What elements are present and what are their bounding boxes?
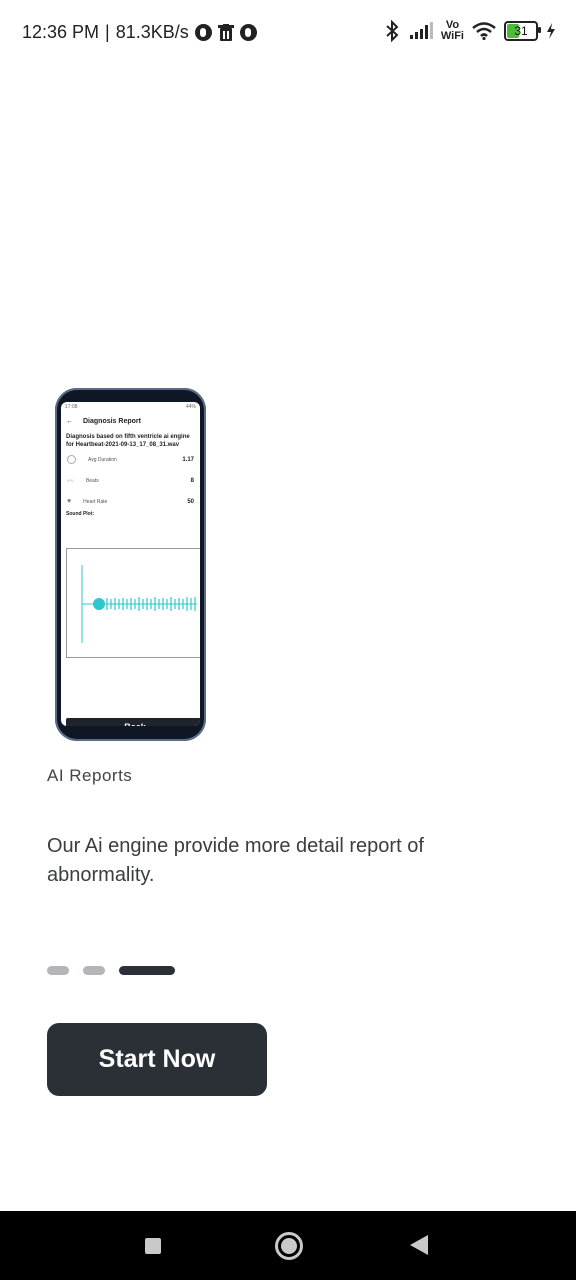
page-dot-1[interactable]: [47, 966, 69, 975]
charging-icon: [547, 23, 555, 39]
preview-status-battery: 44%: [185, 404, 196, 410]
preview-sound-plot-label: Sound Plot:: [66, 511, 95, 517]
recents-button[interactable]: [145, 1238, 161, 1254]
wifi-icon: [472, 22, 496, 40]
preview-row-value: 8: [190, 478, 194, 484]
trash-icon: [217, 23, 234, 41]
phone-screen: 17:08 44% ← Diagnosis Report Diagnosis b…: [61, 402, 200, 726]
battery-icon: 31: [504, 21, 541, 41]
preview-row-beats: 〰 Beats 8: [61, 470, 200, 492]
status-net-speed: 81.3KB/s: [115, 22, 189, 42]
preview-sound-plot: [66, 548, 200, 658]
preview-back-arrow-icon: ←: [66, 418, 73, 425]
heart-icon: ♥: [67, 498, 72, 505]
preview-row-heart-rate: ♥ Heart Rate 50: [61, 492, 200, 511]
waveform-graphic: [81, 565, 197, 643]
home-button[interactable]: [275, 1232, 303, 1260]
status-time: 12:36 PM: [22, 22, 100, 42]
vowifi-icon: Vo WiFi: [441, 20, 464, 42]
preview-row-value: 1.17: [182, 456, 194, 463]
preview-header: ← Diagnosis Report: [61, 412, 200, 433]
preview-status-bar: 17:08 44%: [61, 402, 200, 412]
preview-row-label: Heart Rate: [83, 498, 108, 505]
preview-back-button: Back: [66, 718, 200, 726]
battery-level: 31: [514, 24, 528, 38]
page-dot-3-active[interactable]: [119, 966, 175, 975]
preview-row-label: Beats: [86, 478, 99, 484]
clock-icon: [67, 455, 76, 464]
preview-title: Diagnosis Report: [83, 418, 141, 425]
section-label: AI Reports: [47, 766, 133, 785]
pulse-icon: 〰: [67, 478, 74, 485]
signal-icon: [409, 22, 433, 39]
start-now-button[interactable]: Start Now: [47, 1023, 267, 1096]
app-notification-icon-2: [239, 24, 257, 41]
preview-row-duration: Avg Duration 1.17: [61, 449, 200, 470]
bluetooth-icon: [386, 20, 399, 42]
app-notification-icon: [194, 24, 212, 41]
status-separator: |: [105, 22, 110, 42]
status-bar: 12:36 PM | 81.3KB/s Vo WiFi 31: [0, 0, 576, 70]
preview-row-value: 50: [187, 498, 194, 505]
vowifi-bottom: WiFi: [440, 30, 464, 42]
page-dot-2[interactable]: [83, 966, 105, 975]
preview-subtitle: Diagnosis based on fifth ventricle ai en…: [66, 434, 190, 448]
system-nav-bar: [0, 1211, 576, 1280]
status-right: Vo WiFi 31: [383, 20, 556, 42]
phone-mockup-illustration: 17:08 44% ← Diagnosis Report Diagnosis b…: [55, 388, 206, 741]
preview-status-time: 17:08: [65, 404, 78, 410]
back-button[interactable]: [410, 1235, 428, 1255]
description-text: Our Ai engine provide more detail report…: [47, 835, 424, 886]
preview-row-label: Avg Duration: [88, 456, 117, 463]
page-indicator: [47, 966, 175, 975]
status-left: 12:36 PM | 81.3KB/s: [22, 22, 257, 43]
